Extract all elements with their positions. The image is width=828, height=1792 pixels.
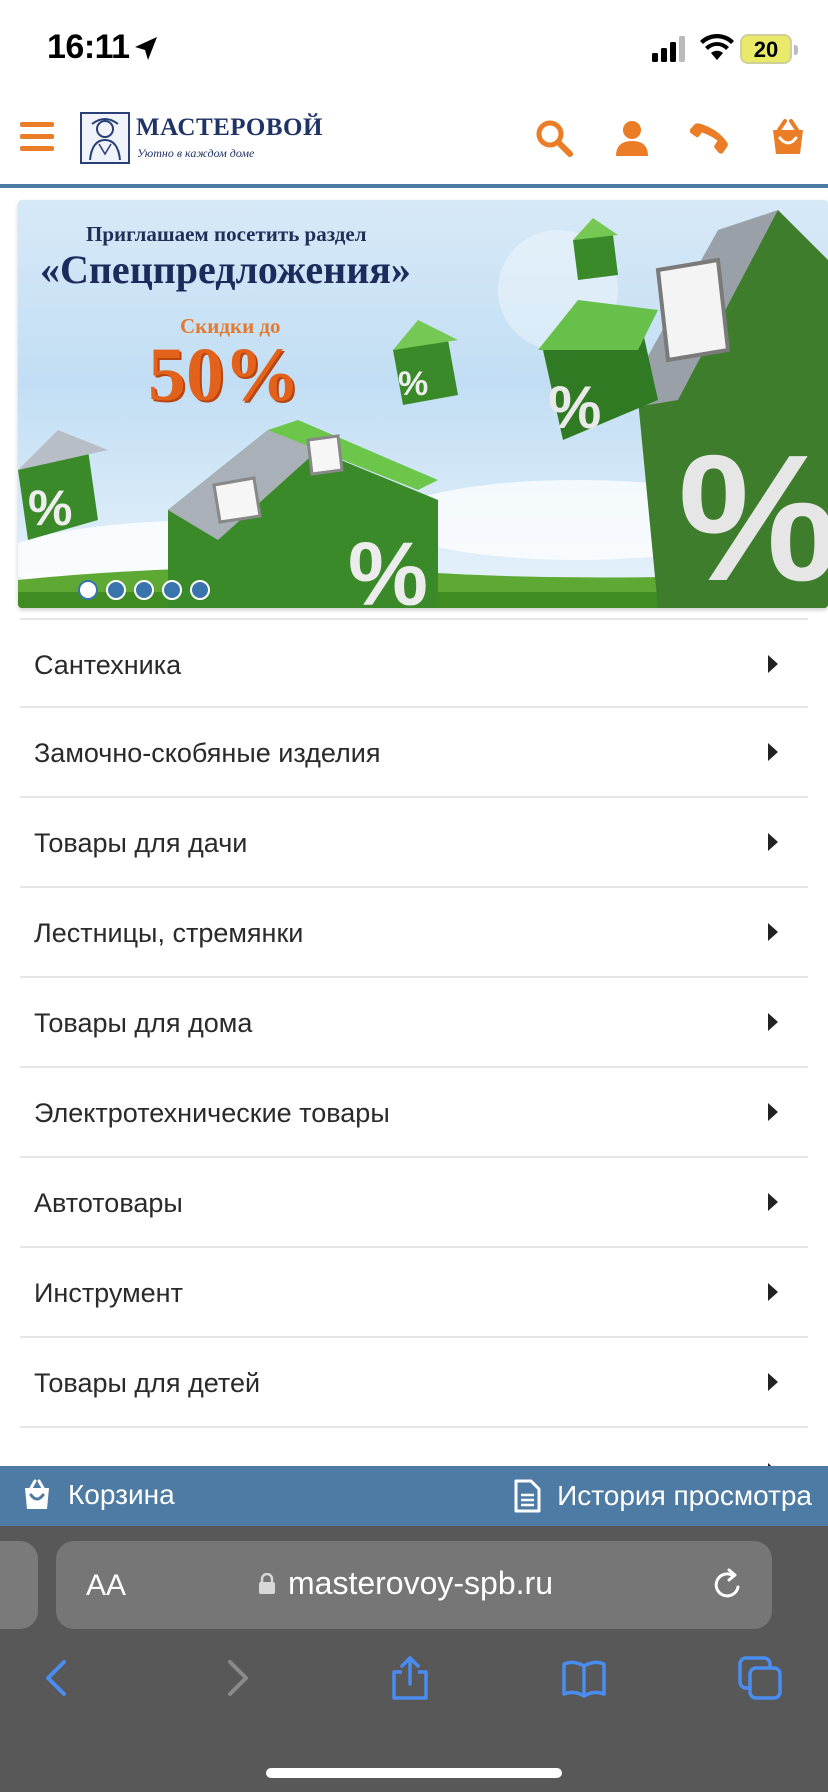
cellular-signal-icon bbox=[652, 36, 685, 62]
category-item-plumbing[interactable]: Сантехника bbox=[20, 618, 808, 708]
logo-emblem[interactable] bbox=[80, 112, 130, 164]
category-label: Инструмент bbox=[34, 1278, 183, 1308]
menu-icon[interactable] bbox=[20, 122, 54, 152]
carousel-dot-4[interactable] bbox=[162, 580, 182, 600]
category-label: Замочно-скобяные изделия bbox=[34, 738, 381, 768]
carousel-dots bbox=[78, 580, 210, 600]
reader-options-button[interactable]: AA bbox=[86, 1569, 126, 1603]
svg-text:%: % bbox=[548, 374, 601, 441]
wifi-icon bbox=[700, 34, 734, 60]
chevron-right-icon bbox=[768, 1193, 778, 1211]
history-link[interactable]: История просмотра bbox=[513, 1479, 812, 1513]
cart-link-label: Корзина bbox=[68, 1479, 175, 1510]
cart-icon[interactable] bbox=[768, 118, 808, 158]
logo-slogan: Уютно в каждом доме bbox=[137, 146, 255, 160]
history-link-label: История просмотра bbox=[557, 1480, 812, 1511]
category-label: Электротехнические товары bbox=[34, 1098, 390, 1128]
bottom-site-bar: Корзина История просмотра bbox=[0, 1466, 828, 1526]
battery-icon: 20 bbox=[740, 34, 798, 64]
chevron-right-icon bbox=[768, 1103, 778, 1121]
chevron-right-icon bbox=[768, 1013, 778, 1031]
bookmarks-icon[interactable] bbox=[560, 1654, 608, 1702]
chevron-right-icon bbox=[768, 655, 778, 673]
category-item-electrical[interactable]: Электротехнические товары bbox=[20, 1068, 808, 1158]
reload-icon[interactable] bbox=[710, 1567, 746, 1603]
banner-title: «Спецпредложения» bbox=[40, 247, 411, 292]
svg-text:%: % bbox=[348, 525, 428, 608]
phone-icon[interactable] bbox=[690, 118, 730, 158]
svg-text:%: % bbox=[28, 480, 72, 536]
category-label: Лестницы, стремянки bbox=[34, 918, 304, 948]
category-list: Сантехника Замочно-скобяные изделия Това… bbox=[20, 618, 808, 1518]
promo-banner[interactable]: % % % % % Приглашаем посетить раздел «Сп… bbox=[18, 200, 828, 608]
search-icon[interactable] bbox=[534, 118, 574, 158]
chevron-right-icon bbox=[768, 833, 778, 851]
tabs-icon[interactable] bbox=[736, 1654, 784, 1702]
cart-icon bbox=[25, 1479, 49, 1509]
share-icon[interactable] bbox=[386, 1654, 434, 1702]
url-text[interactable]: masterovoy-spb.ru bbox=[288, 1565, 553, 1602]
category-item-kids[interactable]: Товары для детей bbox=[20, 1338, 808, 1428]
status-time: 16:11 bbox=[47, 28, 130, 66]
site-header: МАСТЕРОВОЙ Уютно в каждом доме bbox=[0, 96, 828, 188]
chevron-right-icon bbox=[768, 1373, 778, 1391]
category-label: Товары для дома bbox=[34, 1008, 253, 1038]
status-bar: 16:11 20 bbox=[0, 0, 828, 96]
home-indicator bbox=[266, 1768, 562, 1778]
category-label: Автотовары bbox=[34, 1188, 183, 1218]
category-label: Товары для дачи bbox=[34, 828, 248, 858]
battery-level: 20 bbox=[753, 37, 779, 62]
carousel-dot-3[interactable] bbox=[134, 580, 154, 600]
category-item-hardware[interactable]: Замочно-скобяные изделия bbox=[20, 708, 808, 798]
back-icon[interactable] bbox=[34, 1654, 82, 1702]
chevron-right-icon bbox=[768, 923, 778, 941]
banner-invite-text: Приглашаем посетить раздел bbox=[86, 222, 367, 246]
previous-tab-preview[interactable] bbox=[0, 1541, 38, 1629]
chevron-right-icon bbox=[768, 743, 778, 761]
cart-link[interactable]: Корзина bbox=[22, 1479, 175, 1511]
carousel-dot-2[interactable] bbox=[106, 580, 126, 600]
lock-icon bbox=[259, 1573, 275, 1594]
category-item-garden[interactable]: Товары для дачи bbox=[20, 798, 808, 888]
forward-icon[interactable] bbox=[212, 1654, 260, 1702]
svg-text:%: % bbox=[398, 365, 428, 403]
svg-text:%: % bbox=[678, 418, 828, 608]
address-bar[interactable]: AA masterovoy-spb.ru bbox=[56, 1541, 772, 1629]
carousel-dot-1[interactable] bbox=[78, 580, 98, 600]
user-icon[interactable] bbox=[612, 118, 652, 158]
category-item-tools[interactable]: Инструмент bbox=[20, 1248, 808, 1338]
logo-name[interactable]: МАСТЕРОВОЙ bbox=[136, 114, 323, 142]
chevron-right-icon bbox=[768, 1283, 778, 1301]
category-label: Сантехника bbox=[34, 650, 182, 680]
category-label: Товары для детей bbox=[34, 1368, 261, 1398]
carousel-dot-5[interactable] bbox=[190, 580, 210, 600]
craftsman-logo-icon bbox=[89, 118, 121, 161]
category-item-ladders[interactable]: Лестницы, стремянки bbox=[20, 888, 808, 978]
browser-chrome: AA masterovoy-spb.ru bbox=[0, 1526, 828, 1792]
category-item-auto[interactable]: Автотовары bbox=[20, 1158, 808, 1248]
document-icon bbox=[514, 1479, 541, 1513]
category-item-home[interactable]: Товары для дома bbox=[20, 978, 808, 1068]
banner-discount-value: 50% bbox=[148, 333, 300, 417]
location-arrow-icon bbox=[135, 37, 157, 60]
